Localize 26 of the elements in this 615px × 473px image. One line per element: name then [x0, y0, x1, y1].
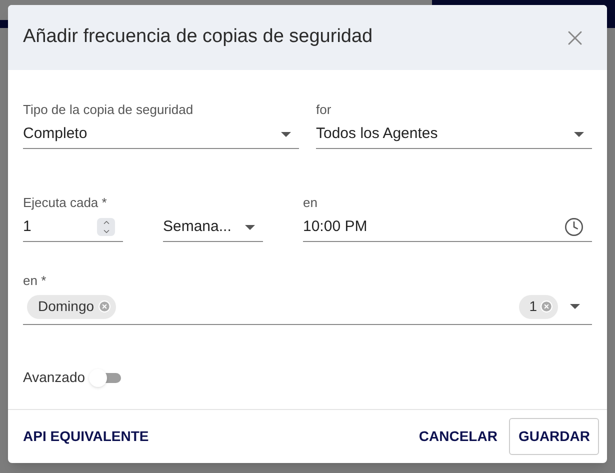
toggle-label: Avanzado — [23, 368, 86, 387]
footer-button[interactable]: API EQUIVALENTE — [23, 418, 149, 455]
clock-icon[interactable] — [564, 217, 584, 237]
field-label: Ejecuta cada * — [23, 195, 108, 211]
select-field[interactable]: Semana... — [163, 213, 263, 242]
multiselect-field[interactable]: Domingo 1 — [23, 289, 592, 325]
field-label: for — [316, 102, 332, 118]
dropdown-caret-icon — [570, 304, 580, 309]
dialog-title: Añadir frecuencia de copias de seguridad — [23, 25, 373, 50]
input-field[interactable]: 10:00 PM — [303, 213, 592, 242]
dropdown-caret-icon — [574, 132, 584, 136]
clear-icon[interactable] — [540, 300, 553, 313]
stepper-icon[interactable] — [97, 218, 115, 236]
field-label: en * — [23, 273, 48, 289]
dropdown-caret-icon — [281, 132, 291, 136]
field-label: Tipo de la copia de seguridad — [23, 102, 194, 118]
footer-button[interactable]: CANCELAR — [418, 418, 498, 455]
day-chip[interactable]: Domingo — [27, 294, 116, 318]
field-label: en — [303, 195, 318, 211]
remove-icon[interactable] — [98, 300, 112, 313]
select-field[interactable]: Completo — [23, 120, 299, 149]
footer-button[interactable]: GUARDAR — [509, 418, 599, 455]
count-chip[interactable]: 1 — [519, 294, 558, 318]
dropdown-caret-icon — [245, 224, 255, 230]
input-field[interactable]: 1 — [23, 213, 123, 242]
select-field[interactable]: Todos los Agentes — [316, 120, 592, 149]
